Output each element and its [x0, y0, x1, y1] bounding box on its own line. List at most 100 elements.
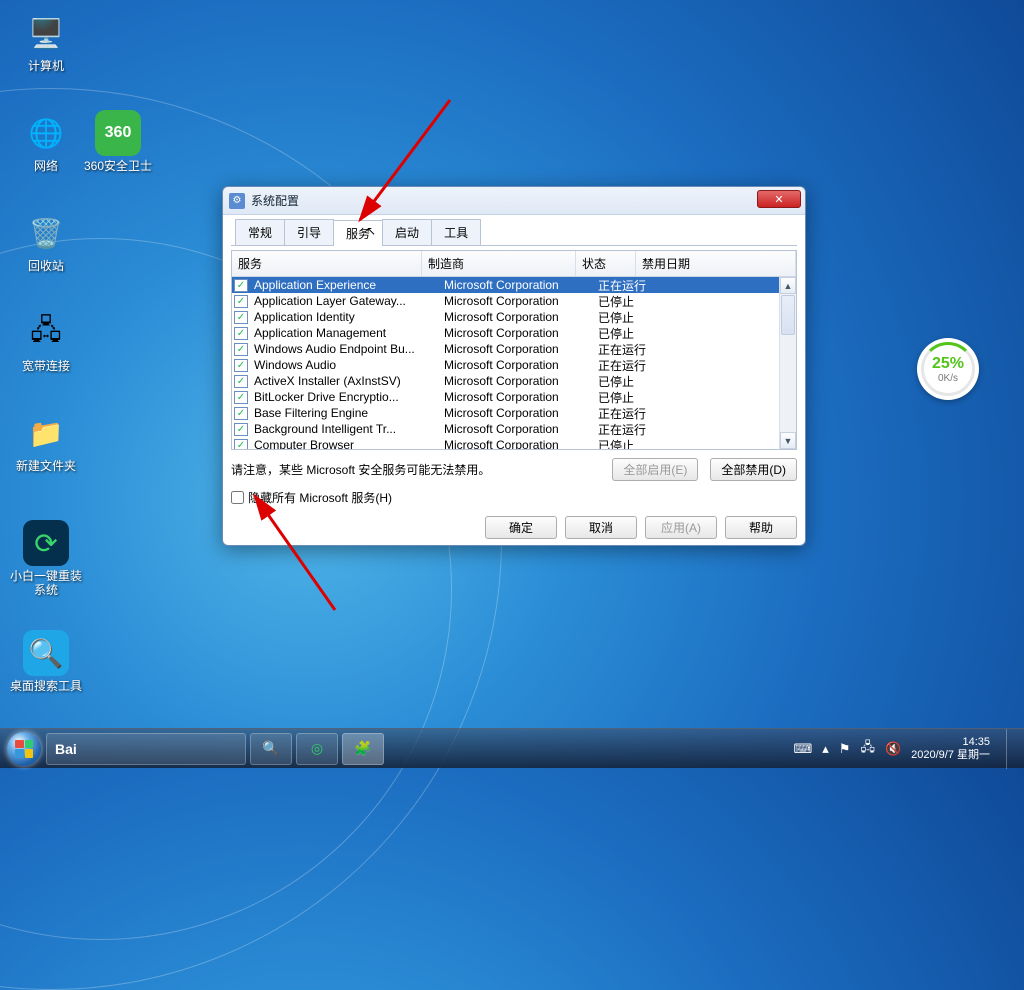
desktop-icon-search-tool[interactable]: 🔍 桌面搜索工具 — [10, 630, 82, 693]
desktop-icon-network[interactable]: 🌐 网络 — [10, 110, 82, 173]
computer-icon: 🖥️ — [23, 10, 69, 56]
widget-360-accelerator[interactable]: 25% 0K/s — [917, 338, 979, 400]
tab-general[interactable]: 常规 — [235, 219, 285, 245]
cell-service: Windows Audio Endpoint Bu... — [250, 342, 440, 356]
cell-manufacturer: Microsoft Corporation — [440, 294, 594, 308]
cell-status: 已停止 — [594, 437, 654, 450]
desktop-icon-new-folder[interactable]: 📁 新建文件夹 — [10, 410, 82, 473]
scroll-up-button[interactable]: ▲ — [780, 277, 796, 294]
keyboard-icon[interactable]: ⌨ — [793, 741, 812, 757]
row-checkbox[interactable]: ✓ — [234, 295, 248, 308]
disable-all-button[interactable]: 全部禁用(D) — [710, 458, 797, 481]
ok-button[interactable]: 确定 — [485, 516, 557, 539]
column-headers: 服务 制造商 状态 禁用日期 — [232, 251, 796, 277]
cell-manufacturer: Microsoft Corporation — [440, 358, 594, 372]
tab-services[interactable]: 服务 ↖ — [333, 220, 383, 246]
cell-status: 已停止 — [594, 389, 654, 406]
hide-ms-label: 隐藏所有 Microsoft 服务(H) — [248, 489, 392, 506]
desktop-icon-computer[interactable]: 🖥️ 计算机 — [10, 10, 82, 73]
show-desktop-button[interactable] — [1006, 729, 1018, 769]
broadband-icon: 🖧 — [23, 310, 69, 356]
tab-tools[interactable]: 工具 — [431, 219, 481, 245]
service-row[interactable]: ✓Base Filtering EngineMicrosoft Corporat… — [232, 405, 796, 421]
service-row[interactable]: ✓Computer BrowserMicrosoft Corporation已停… — [232, 437, 796, 449]
cell-service: Application Layer Gateway... — [250, 294, 440, 308]
reinstall-icon: ⟳ — [23, 520, 69, 566]
msconfig-window: ⚙ 系统配置 ✕ 常规 引导 服务 ↖ 启动 工具 服务 制造商 状态 禁用日期… — [222, 186, 806, 546]
taskbar-msconfig[interactable]: 🧩 — [342, 733, 384, 765]
cell-status: 正在运行 — [594, 405, 654, 422]
desktop-icon-reinstaller[interactable]: ⟳ 小白一键重装系统 — [10, 520, 82, 597]
cell-manufacturer: Microsoft Corporation — [440, 406, 594, 420]
hide-ms-checkbox[interactable] — [231, 491, 244, 504]
row-checkbox[interactable]: ✓ — [234, 327, 248, 340]
network-icon: 🌐 — [23, 110, 69, 156]
col-service[interactable]: 服务 — [232, 251, 422, 276]
scroll-thumb[interactable] — [781, 295, 795, 335]
network-tray-icon[interactable]: 🖧 — [860, 738, 875, 760]
baidu-search-box[interactable]: Bai — [46, 733, 246, 765]
scroll-track[interactable] — [780, 336, 796, 432]
cell-service: BitLocker Drive Encryptio... — [250, 390, 440, 404]
help-button[interactable]: 帮助 — [725, 516, 797, 539]
label: 新建文件夹 — [10, 459, 82, 473]
row-checkbox[interactable]: ✓ — [234, 375, 248, 388]
cell-service: ActiveX Installer (AxInstSV) — [250, 374, 440, 388]
cell-service: Base Filtering Engine — [250, 406, 440, 420]
note-text: 请注意，某些 Microsoft 安全服务可能无法禁用。 — [231, 461, 600, 478]
row-checkbox[interactable]: ✓ — [234, 311, 248, 324]
row-checkbox[interactable]: ✓ — [234, 359, 248, 372]
label: 回收站 — [10, 259, 82, 273]
flag-icon[interactable]: ⚑ — [839, 741, 851, 757]
tray-up-icon[interactable]: ▴ — [822, 741, 829, 757]
row-checkbox[interactable]: ✓ — [234, 407, 248, 420]
titlebar[interactable]: ⚙ 系统配置 ✕ — [223, 187, 805, 215]
label: 360安全卫士 — [82, 159, 154, 173]
row-checkbox[interactable]: ✓ — [234, 423, 248, 436]
col-date-disabled[interactable]: 禁用日期 — [636, 251, 796, 276]
dialog-buttons: 确定 取消 应用(A) 帮助 — [231, 516, 797, 539]
cancel-button[interactable]: 取消 — [565, 516, 637, 539]
hide-ms-row: 隐藏所有 Microsoft 服务(H) — [231, 489, 797, 506]
service-row[interactable]: ✓ActiveX Installer (AxInstSV)Microsoft C… — [232, 373, 796, 389]
label: 小白一键重装系统 — [10, 569, 82, 597]
vertical-scrollbar[interactable]: ▲ ▼ — [779, 277, 796, 449]
row-checkbox[interactable]: ✓ — [234, 343, 248, 356]
service-row[interactable]: ✓Application ManagementMicrosoft Corpora… — [232, 325, 796, 341]
desktop-icon-broadband[interactable]: 🖧 宽带连接 — [10, 310, 82, 373]
tab-startup[interactable]: 启动 — [382, 219, 432, 245]
tab-boot[interactable]: 引导 — [284, 219, 334, 245]
row-checkbox[interactable]: ✓ — [234, 439, 248, 450]
row-checkbox[interactable]: ✓ — [234, 279, 248, 292]
service-row[interactable]: ✓Application IdentityMicrosoft Corporati… — [232, 309, 796, 325]
service-row[interactable]: ✓Application ExperienceMicrosoft Corpora… — [232, 277, 796, 293]
enable-all-button[interactable]: 全部启用(E) — [612, 458, 698, 481]
volume-muted-icon[interactable]: 🔇 — [885, 741, 901, 757]
taskbar-search-btn[interactable]: 🔍 — [250, 733, 292, 765]
taskbar-360browser[interactable]: ◎ — [296, 733, 338, 765]
col-status[interactable]: 状态 — [576, 251, 636, 276]
service-row[interactable]: ✓BitLocker Drive Encryptio...Microsoft C… — [232, 389, 796, 405]
system-tray: ⌨ ▴ ⚑ 🖧 🔇 14:35 2020/9/7 星期一 — [793, 729, 1020, 769]
rows-container[interactable]: ✓Application ExperienceMicrosoft Corpora… — [232, 277, 796, 449]
close-button[interactable]: ✕ — [757, 190, 801, 208]
desktop-icon-360[interactable]: 360 360安全卫士 — [82, 110, 154, 173]
cell-status: 正在运行 — [594, 341, 654, 358]
desktop-icon-recycle[interactable]: 🗑️ 回收站 — [10, 210, 82, 273]
service-row[interactable]: ✓Windows AudioMicrosoft Corporation正在运行 — [232, 357, 796, 373]
clock[interactable]: 14:35 2020/9/7 星期一 — [911, 736, 990, 762]
service-row[interactable]: ✓Application Layer Gateway...Microsoft C… — [232, 293, 796, 309]
col-manufacturer[interactable]: 制造商 — [422, 251, 576, 276]
scroll-down-button[interactable]: ▼ — [780, 432, 796, 449]
start-button[interactable] — [4, 729, 44, 769]
cell-status: 已停止 — [594, 373, 654, 390]
cell-manufacturer: Microsoft Corporation — [440, 390, 594, 404]
tab-strip: 常规 引导 服务 ↖ 启动 工具 — [231, 219, 797, 246]
msconfig-icon: 🧩 — [354, 740, 371, 757]
service-row[interactable]: ✓Background Intelligent Tr...Microsoft C… — [232, 421, 796, 437]
cell-status: 正在运行 — [594, 421, 654, 438]
row-checkbox[interactable]: ✓ — [234, 391, 248, 404]
apply-button[interactable]: 应用(A) — [645, 516, 717, 539]
service-row[interactable]: ✓Windows Audio Endpoint Bu...Microsoft C… — [232, 341, 796, 357]
windows-orb-icon — [7, 732, 41, 766]
